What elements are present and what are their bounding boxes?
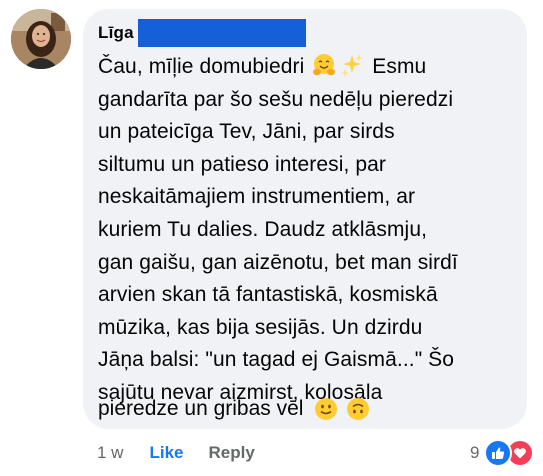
thumbs-up-icon [492, 447, 505, 459]
comment-line: gan gaišu, gan aizēnotu, bet man sirdī [98, 250, 458, 274]
sparkles-icon [341, 54, 364, 77]
comment-text: Čau, mīļie domubiedri Esmu gandarīta par… [98, 51, 522, 410]
comment-line: gandarīta par šo sešu nedēļu pieredzi [98, 87, 454, 111]
redacted-surname-block [137, 19, 306, 47]
comment-line: pieredze un gribas vēl [98, 397, 304, 420]
comment-line: kuriem Tu dalies. Daudz atklāsmju, [98, 217, 428, 241]
upside-down-face-icon [347, 398, 370, 420]
comment-actions: 1 w Like Reply [97, 440, 255, 466]
like-reaction-icon [484, 439, 513, 467]
comment-line: arvien skan tā fantastiskā, kosmiskā [98, 283, 438, 307]
heart-icon [514, 448, 527, 459]
comment-line: mūzika, kas bija sesijās. Un dzirdu [98, 315, 423, 339]
like-button[interactable]: Like [149, 443, 183, 463]
reaction-count: 9 [470, 443, 480, 462]
comment-bubble: Līga Čau, mīļie domubiedri Esmu gandarīt… [83, 9, 527, 429]
comment-line: Jāņa balsi: "un tagad ej Gaismā..." Šo [98, 348, 455, 372]
avatar[interactable] [11, 9, 71, 69]
comment-line: neskaitāmajiem instrumentiem, ar [98, 185, 416, 209]
hugging-face-icon [313, 54, 336, 76]
comment-line-tail: Esmu [372, 55, 427, 78]
author-name[interactable]: Līga [98, 23, 134, 43]
comment-timestamp[interactable]: 1 w [97, 443, 123, 463]
comment-last-line: pieredze un gribas vēl [98, 393, 371, 425]
comment-line: Čau, mīļie domubiedri [98, 55, 305, 78]
slightly-smiling-face-icon [315, 398, 338, 420]
comment-line: un pateicīga Tev, Jāni, par sirds [98, 120, 395, 144]
comment-line: siltumu un patieso interesi, par [98, 152, 387, 176]
reactions-summary[interactable]: 9 [470, 439, 535, 467]
comment-header: Līga [98, 19, 306, 47]
reply-button[interactable]: Reply [209, 443, 255, 463]
